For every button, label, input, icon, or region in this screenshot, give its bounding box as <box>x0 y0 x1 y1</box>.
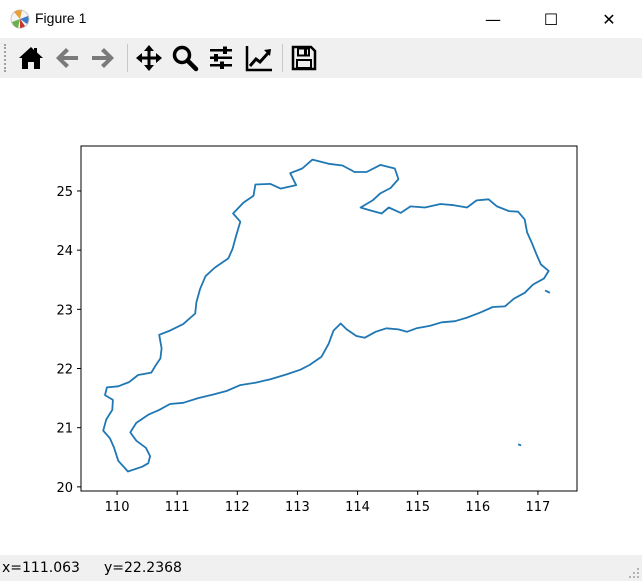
move-icon <box>136 45 162 71</box>
y-tick-label: 23 <box>56 303 73 318</box>
plot-svg: 110 111 112 113 114 115 116 117 20 21 22 23 24 25 <box>56 145 578 515</box>
navigation-toolbar <box>0 38 642 78</box>
x-tick-label: 113 <box>285 500 310 515</box>
floppy-disk-icon <box>291 45 317 71</box>
island-series <box>544 289 551 294</box>
y-tick-label: 24 <box>56 244 73 259</box>
sliders-icon <box>210 46 232 69</box>
arrow-left-icon <box>56 48 78 68</box>
x-tick-label: 110 <box>105 500 130 515</box>
y-axis: 20 21 22 23 24 25 <box>56 185 81 496</box>
matplotlib-logo-icon <box>10 9 30 29</box>
figure-canvas[interactable]: 110 111 112 113 114 115 116 117 20 21 22 23 24 25 <box>0 78 642 555</box>
x-tick-label: 116 <box>465 500 490 515</box>
pan-button[interactable] <box>133 42 165 74</box>
x-tick-label: 115 <box>405 500 430 515</box>
minimize-icon: — <box>485 9 501 29</box>
edit-axis-button[interactable] <box>243 42 275 74</box>
toolbar-grip[interactable] <box>4 44 10 72</box>
maximize-icon: ☐ <box>543 9 559 29</box>
window-title: Figure 1 <box>35 10 87 26</box>
x-axis: 110 111 112 113 114 115 116 117 <box>105 491 551 515</box>
x-tick-label: 112 <box>225 500 250 515</box>
coastline-series <box>102 158 550 473</box>
plot-lines <box>102 158 551 473</box>
toolbar-separator <box>282 44 283 72</box>
resize-grip-icon[interactable] <box>628 567 640 579</box>
y-tick-label: 22 <box>56 363 73 378</box>
y-tick-label: 25 <box>56 185 73 200</box>
home-icon <box>19 47 43 69</box>
x-tick-label: 111 <box>165 500 190 515</box>
statusbar: x=111.063 y=22.2368 <box>0 555 642 581</box>
magnifier-icon <box>172 45 199 72</box>
island-series <box>517 443 522 447</box>
y-tick-label: 20 <box>56 481 73 496</box>
cursor-y-readout: y=22.2368 <box>104 560 182 576</box>
x-tick-label: 117 <box>526 500 551 515</box>
y-tick-label: 21 <box>56 422 73 437</box>
save-button[interactable] <box>288 42 320 74</box>
close-button[interactable]: ✕ <box>586 0 632 38</box>
subplots-button[interactable] <box>205 42 237 74</box>
close-icon: ✕ <box>602 9 616 29</box>
line-chart-icon <box>245 46 272 72</box>
minimize-button[interactable]: — <box>470 0 516 38</box>
window-titlebar: Figure 1 — ☐ ✕ <box>0 0 642 38</box>
zoom-button[interactable] <box>169 42 201 74</box>
axes-frame <box>80 145 578 492</box>
x-tick-label: 114 <box>345 500 370 515</box>
back-button[interactable] <box>51 42 83 74</box>
maximize-button[interactable]: ☐ <box>528 0 574 38</box>
cursor-x-readout: x=111.063 <box>2 560 80 576</box>
toolbar-separator <box>127 44 128 72</box>
home-button[interactable] <box>15 42 47 74</box>
forward-button[interactable] <box>87 42 119 74</box>
arrow-right-icon <box>92 48 114 68</box>
